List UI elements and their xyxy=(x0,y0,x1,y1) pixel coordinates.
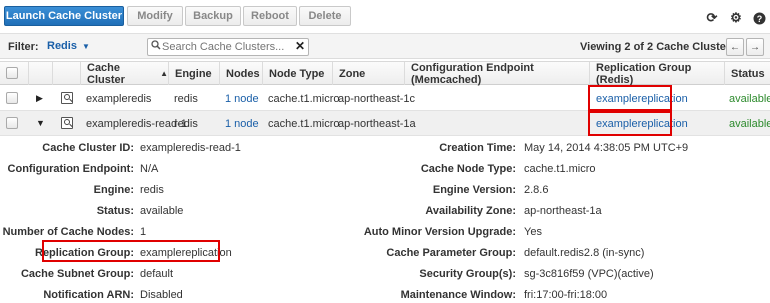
column-status-label: Status xyxy=(731,67,765,80)
highlight-box xyxy=(588,85,672,111)
table-row[interactable]: ▼ exampleredis-read-1 redis 1 node cache… xyxy=(0,111,770,136)
column-status[interactable]: Status xyxy=(724,62,770,85)
detail-label: Number of Cache Nodes: xyxy=(2,226,134,238)
cell-status: available xyxy=(729,93,770,105)
detail-value: exampleredis-read-1 xyxy=(140,142,241,154)
detail-value: N/A xyxy=(140,163,159,175)
detail-value: 2.8.6 xyxy=(524,184,549,196)
column-zone[interactable]: Zone xyxy=(332,62,404,85)
column-node-type-label: Node Type xyxy=(269,67,325,80)
column-replication-group-label: Replication Group (Redis) xyxy=(596,61,692,86)
table-row[interactable]: ▶ exampleredis redis 1 node cache.t1.mic… xyxy=(0,85,770,111)
cell-zone: ap-northeast-1a xyxy=(338,118,416,130)
search-input[interactable] xyxy=(162,40,292,54)
highlight-box xyxy=(42,240,220,262)
svg-text:?: ? xyxy=(756,14,762,24)
detail-label: Availability Zone: xyxy=(425,205,516,217)
detail-label: Status: xyxy=(96,205,134,217)
reboot-button[interactable]: Reboot xyxy=(243,6,297,26)
column-nodes-label: Nodes xyxy=(226,67,260,80)
column-engine-label: Engine xyxy=(175,67,212,80)
detail-label: Cache Node Type: xyxy=(420,163,516,175)
refresh-icon[interactable]: ⟳ xyxy=(705,10,719,25)
delete-button[interactable]: Delete xyxy=(299,6,351,26)
detail-value: ap-northeast-1a xyxy=(524,205,602,217)
column-zone-label: Zone xyxy=(339,67,366,80)
detail-value: cache.t1.micro xyxy=(524,163,596,175)
filter-bar: Filter: Redis ▼ ✕ Viewing 2 of 2 Cache Cl… xyxy=(0,33,770,59)
table-header: Cache Cluster ▲ Engine Nodes Node Type Zo… xyxy=(0,61,770,86)
detail-label: Cache Subnet Group: xyxy=(20,268,134,280)
detail-value: default.redis2.8 (in-sync) xyxy=(524,247,645,259)
launch-cache-cluster-button[interactable]: Launch Cache Cluster xyxy=(4,6,124,26)
detail-label: Auto Minor Version Upgrade: xyxy=(363,226,516,238)
help-icon[interactable]: ? xyxy=(752,11,766,25)
column-engine[interactable]: Engine xyxy=(168,62,219,85)
cell-cache-cluster: exampleredis xyxy=(86,93,152,105)
backup-button[interactable]: Backup xyxy=(185,6,241,26)
detail-value: available xyxy=(140,205,184,217)
inspect-icon[interactable] xyxy=(61,92,73,104)
detail-value: 1 xyxy=(140,226,147,238)
detail-label: Maintenance Window: xyxy=(400,289,516,301)
column-configuration-endpoint[interactable]: Configuration Endpoint (Memcached) xyxy=(404,61,589,86)
select-all-checkbox[interactable] xyxy=(6,67,18,79)
search-box: ✕ xyxy=(147,38,309,56)
next-page-button[interactable]: → xyxy=(746,38,764,56)
detail-value: default xyxy=(140,268,174,280)
viewing-count: Viewing 2 of 2 Cache Clusters xyxy=(580,41,737,53)
detail-value: redis xyxy=(140,184,164,196)
column-nodes[interactable]: Nodes xyxy=(219,62,262,85)
expand-header xyxy=(28,62,52,85)
cell-engine: redis xyxy=(174,118,198,130)
column-replication-group[interactable]: Replication Group (Redis) xyxy=(589,61,724,86)
cell-nodes-link[interactable]: 1 node xyxy=(225,118,259,130)
expand-arrow-icon[interactable]: ▶ xyxy=(36,93,43,104)
sort-ascending-icon: ▲ xyxy=(160,69,168,78)
highlight-box xyxy=(588,111,672,136)
detail-value: Yes xyxy=(524,226,542,238)
cell-status: available xyxy=(729,118,770,130)
engine-filter-dropdown[interactable]: Redis ▼ xyxy=(47,40,90,52)
select-all-cell xyxy=(0,62,28,85)
column-node-type[interactable]: Node Type xyxy=(262,62,332,85)
inspect-icon[interactable] xyxy=(61,117,73,129)
detail-label: Engine Version: xyxy=(432,184,516,196)
detail-value: fri:17:00-fri:18:00 xyxy=(524,289,608,301)
detail-label: Configuration Endpoint: xyxy=(7,163,134,175)
cell-node-type: cache.t1.micro xyxy=(268,93,340,105)
previous-page-button[interactable]: ← xyxy=(726,38,744,56)
detail-value: Disabled xyxy=(140,289,183,301)
engine-filter-value: Redis xyxy=(47,40,77,52)
cell-zone: ap-northeast-1c xyxy=(338,93,416,105)
detail-label: Cache Parameter Group: xyxy=(386,247,516,259)
detail-label: Engine: xyxy=(93,184,134,196)
detail-label: Cache Cluster ID: xyxy=(42,142,134,154)
detail-label: Notification ARN: xyxy=(43,289,134,301)
toolbar: Launch Cache Cluster Modify Backup Reboo… xyxy=(0,0,770,33)
clear-search-icon[interactable]: ✕ xyxy=(295,39,305,53)
collapse-arrow-icon[interactable]: ▼ xyxy=(36,118,45,128)
detail-label: Security Group(s): xyxy=(419,268,516,280)
search-icon xyxy=(151,40,161,53)
column-cache-cluster-label: Cache Cluster xyxy=(87,61,125,86)
gear-icon[interactable]: ⚙ xyxy=(729,10,743,25)
cell-engine: redis xyxy=(174,93,198,105)
column-configuration-endpoint-label: Configuration Endpoint (Memcached) xyxy=(411,61,534,86)
detail-label: Creation Time: xyxy=(439,142,516,154)
detail-value: May 14, 2014 4:38:05 PM UTC+9 xyxy=(524,142,689,154)
row-checkbox[interactable] xyxy=(6,117,18,129)
cell-cache-cluster: exampleredis-read-1 xyxy=(86,118,187,130)
filter-label: Filter: xyxy=(8,41,39,53)
column-cache-cluster[interactable]: Cache Cluster ▲ xyxy=(80,61,168,86)
inspect-header xyxy=(52,62,80,85)
cell-node-type: cache.t1.micro xyxy=(268,118,340,130)
detail-value: sg-3c816f59 (VPC)(active) xyxy=(524,268,654,280)
cell-nodes-link[interactable]: 1 node xyxy=(225,93,259,105)
modify-button[interactable]: Modify xyxy=(127,6,183,26)
row-checkbox[interactable] xyxy=(6,92,18,104)
chevron-down-icon: ▼ xyxy=(81,42,90,51)
cluster-detail-panel: Cache Cluster ID: exampleredis-read-1 Co… xyxy=(0,137,770,303)
